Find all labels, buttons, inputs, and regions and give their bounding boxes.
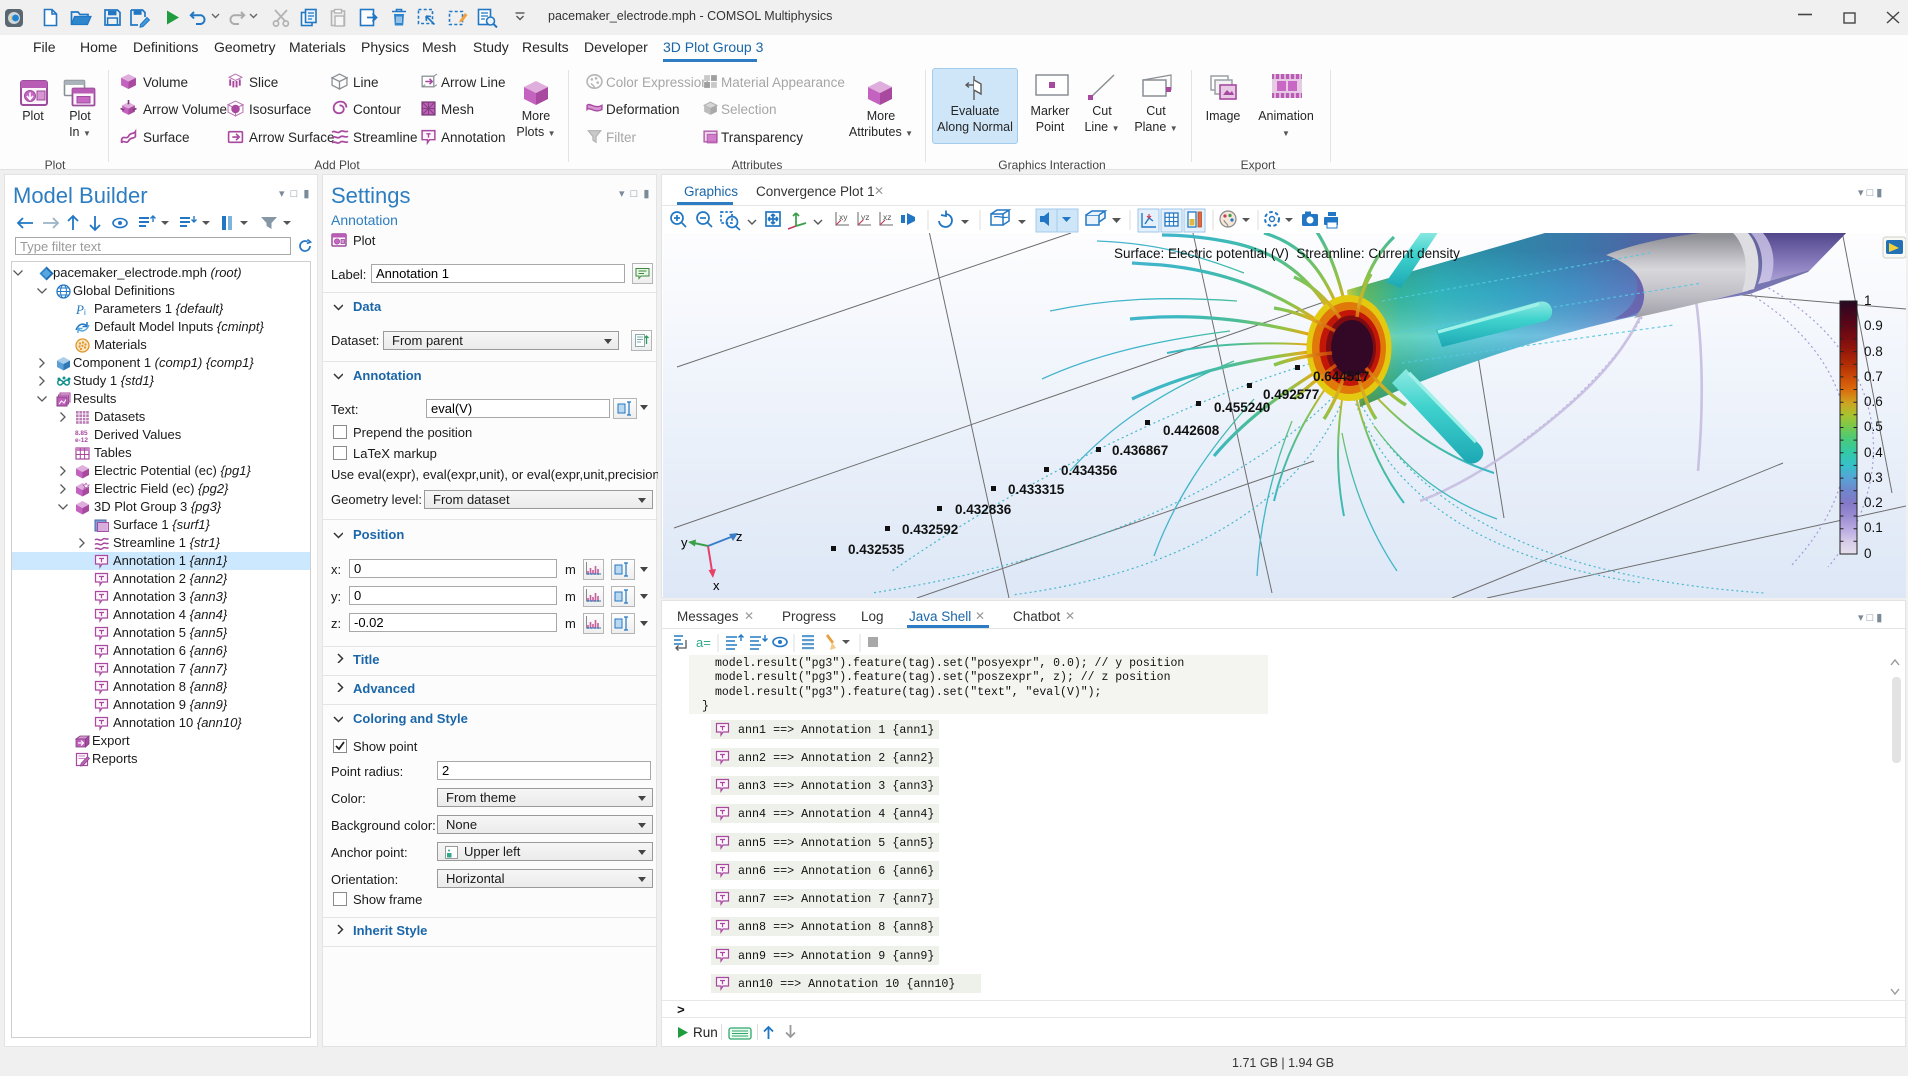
svg-text:0.492577: 0.492577 [1263, 387, 1319, 402]
svg-text:0.432592: 0.432592 [902, 522, 958, 537]
svg-text:0.432836: 0.432836 [955, 502, 1012, 517]
svg-text:0.3: 0.3 [1864, 470, 1883, 485]
svg-text:0.2: 0.2 [1864, 495, 1883, 510]
svg-text:0.433315: 0.433315 [1008, 482, 1065, 497]
svg-text:x: x [713, 578, 720, 593]
svg-text:y: y [681, 535, 688, 550]
svg-text:a=: a= [696, 635, 711, 650]
svg-text:0.436867: 0.436867 [1112, 443, 1168, 458]
svg-text:z: z [736, 529, 743, 544]
svg-text:0.9: 0.9 [1864, 318, 1883, 333]
svg-text:1: 1 [1864, 293, 1872, 308]
svg-text:0.432535: 0.432535 [848, 542, 905, 557]
svg-text:0.6: 0.6 [1864, 394, 1883, 409]
svg-text:0.5: 0.5 [1864, 419, 1883, 434]
svg-text:0.1: 0.1 [1864, 520, 1883, 535]
svg-text:0.644517: 0.644517 [1313, 369, 1369, 384]
svg-text:0.4: 0.4 [1864, 445, 1883, 460]
svg-text:0.455240: 0.455240 [1214, 400, 1270, 415]
svg-text:0: 0 [1864, 546, 1872, 561]
svg-text:Surface: Electric potential (V: Surface: Electric potential (V) Streamli… [1114, 246, 1460, 261]
svg-text:0.434356: 0.434356 [1061, 463, 1118, 478]
svg-text:0.7: 0.7 [1864, 369, 1883, 384]
svg-text:0.8: 0.8 [1864, 344, 1883, 359]
svg-text:0.442608: 0.442608 [1163, 423, 1220, 438]
